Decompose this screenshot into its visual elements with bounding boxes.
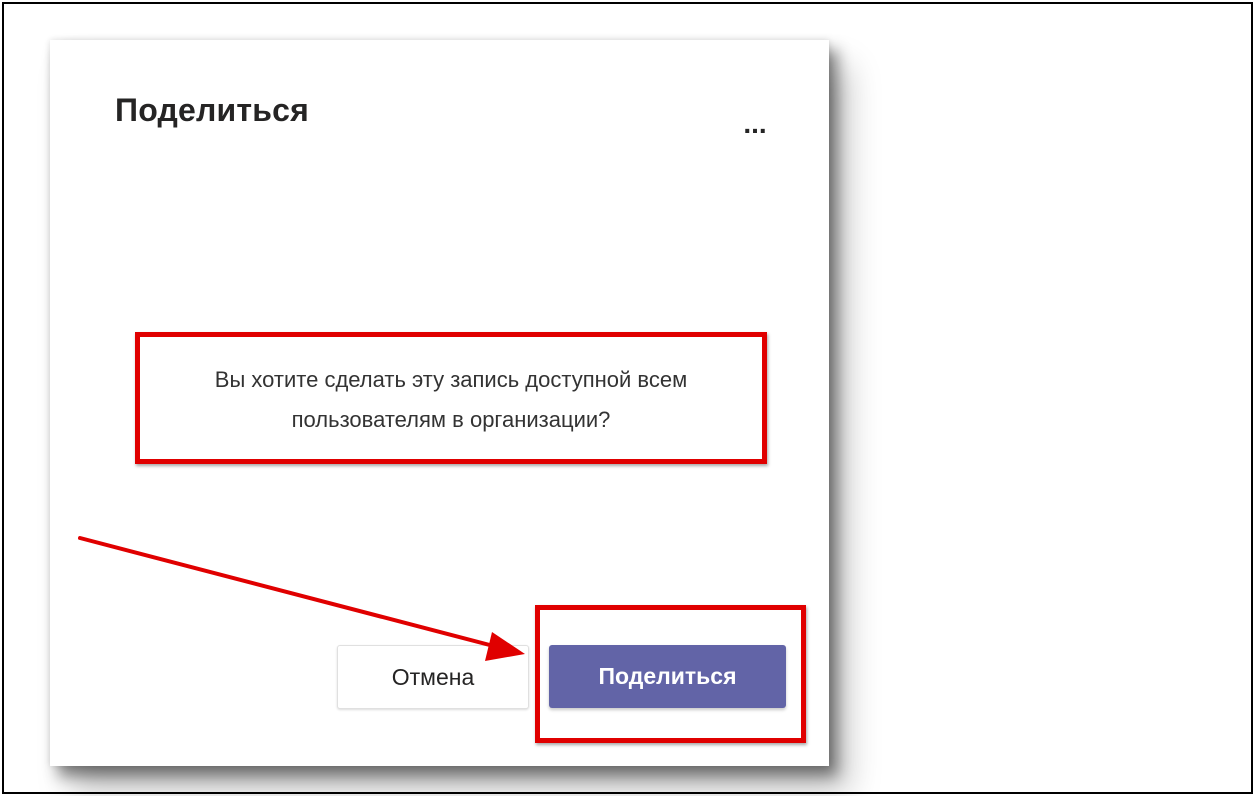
- dialog-message-line-1: Вы хотите сделать эту запись доступной в…: [214, 367, 688, 392]
- dialog-title: Поделиться: [115, 92, 310, 128]
- dialog-message-line-2: пользователям в организации?: [291, 407, 611, 432]
- cancel-button[interactable]: Отмена: [337, 645, 529, 709]
- share-button[interactable]: Поделиться: [549, 645, 786, 708]
- dialog-message: Вы хотите сделать эту запись доступной в…: [140, 360, 762, 440]
- more-options-icon[interactable]: ...: [735, 110, 775, 138]
